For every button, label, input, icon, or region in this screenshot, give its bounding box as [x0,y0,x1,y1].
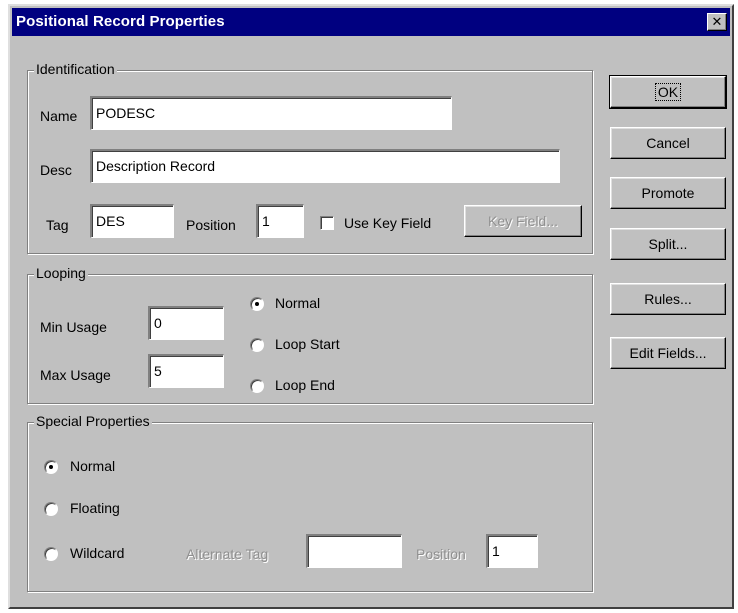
close-button[interactable]: ✕ [707,13,727,31]
title-bar[interactable]: Positional Record Properties ✕ [12,8,730,36]
loop-start-radio[interactable] [250,338,264,352]
window-title: Positional Record Properties [16,13,225,30]
looping-group-label: Looping [34,265,88,281]
wildcard-radio[interactable] [44,547,58,561]
looping-normal-label: Normal [275,295,321,311]
name-field[interactable]: PODESC [90,96,452,130]
desc-field[interactable]: Description Record [90,149,560,183]
promote-button[interactable]: Promote [610,177,726,209]
ok-button-label: OK [654,83,682,101]
split-button[interactable]: Split... [610,228,726,260]
min-usage-label: Min Usage [40,319,107,335]
special-normal-radio[interactable] [44,460,58,474]
loop-end-radio[interactable] [250,379,264,393]
max-usage-label: Max Usage [40,367,111,383]
desc-label: Desc [40,162,72,178]
tag-field[interactable]: DES [90,204,174,238]
special-properties-group-label: Special Properties [34,413,152,429]
special-position-label: Position [416,546,466,562]
floating-radio[interactable] [44,502,58,516]
position-field[interactable]: 1 [256,204,304,238]
positional-record-properties-dialog: Positional Record Properties ✕ Identific… [8,4,734,609]
use-key-field-label: Use Key Field [344,215,432,231]
loop-end-label: Loop End [275,377,335,393]
edit-fields-button[interactable]: Edit Fields... [610,337,726,369]
cancel-button[interactable]: Cancel [610,127,726,159]
name-label: Name [40,108,78,124]
wildcard-label: Wildcard [70,545,125,561]
ok-button[interactable]: OK [609,75,727,109]
special-normal-label: Normal [70,458,116,474]
use-key-field-checkbox[interactable] [320,216,334,230]
special-position-field[interactable]: 1 [486,534,538,568]
alternate-tag-label: Alternate Tag [186,546,269,562]
key-field-button[interactable]: Key Field... [464,205,582,237]
looping-normal-radio[interactable] [250,297,264,311]
loop-start-label: Loop Start [275,336,340,352]
max-usage-field[interactable]: 5 [148,354,224,388]
floating-label: Floating [70,500,120,516]
tag-label: Tag [46,217,69,233]
rules-button[interactable]: Rules... [610,283,726,315]
identification-group-label: Identification [34,61,117,77]
min-usage-field[interactable]: 0 [148,306,224,340]
alternate-tag-field[interactable] [306,534,402,568]
position-label: Position [186,217,236,233]
